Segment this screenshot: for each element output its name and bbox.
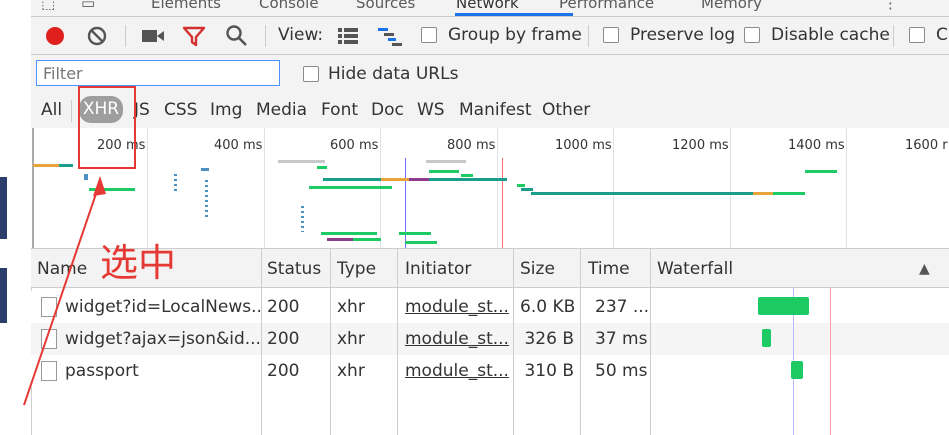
annotation-text: 选中 <box>100 241 177 285</box>
annotation-arrow-icon <box>23 176 106 406</box>
